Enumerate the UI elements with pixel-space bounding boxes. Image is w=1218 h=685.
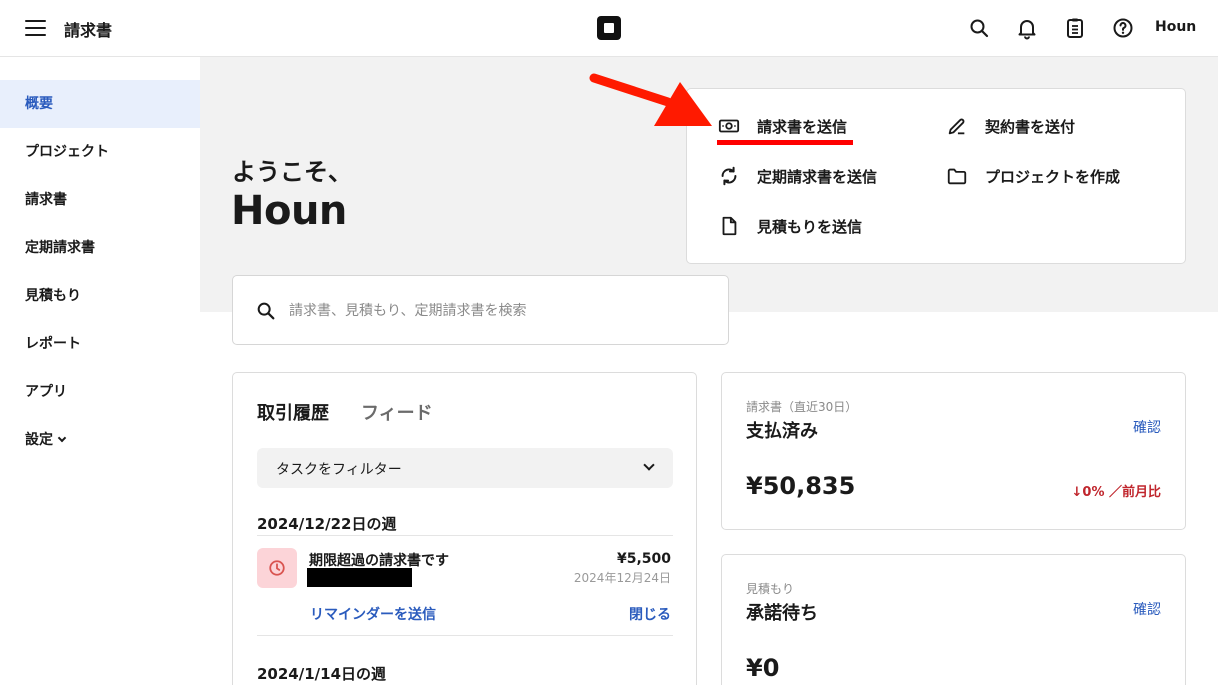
divider — [257, 635, 673, 636]
week-heading: 2024/12/22日の週 — [257, 515, 397, 533]
stat-change: ↓0% ／前月比 — [1071, 485, 1162, 500]
bell-icon[interactable] — [1015, 16, 1039, 40]
stat-title: 承諾待ち — [746, 603, 818, 624]
send-contract-label: 契約書を送付 — [985, 117, 1076, 136]
tab-feed[interactable]: フィード — [361, 399, 433, 425]
sidebar-item-apps[interactable]: アプリ — [0, 368, 200, 416]
stat-value: ¥50,835 — [746, 472, 856, 500]
stat-caption: 見積もり — [746, 582, 795, 596]
stat-caption: 請求書（直近30日） — [746, 400, 858, 414]
paid-invoices-card: 請求書（直近30日） 支払済み 確認 ¥50,835 ↓0% ／前月比 — [721, 372, 1186, 530]
top-bar: 請求書 Houn — [0, 0, 1218, 57]
activity-item-title: 期限超過の請求書です — [309, 553, 449, 569]
stat-title: 支払済み — [746, 421, 818, 442]
help-icon[interactable] — [1111, 16, 1135, 40]
send-estimate-label: 見積もりを送信 — [757, 217, 863, 236]
send-invoice-label: 請求書を送信 — [757, 117, 848, 136]
welcome-user-name: Houn — [231, 188, 347, 234]
task-filter-label: タスクをフィルター — [276, 462, 402, 478]
sidebar-item-overview[interactable]: 概要 — [0, 80, 200, 128]
search-box[interactable] — [232, 275, 729, 345]
view-estimates-link[interactable]: 確認 — [1133, 599, 1161, 619]
pending-estimates-card: 見積もり 承諾待ち 確認 ¥0 — [721, 554, 1186, 685]
send-recurring-invoice-label: 定期請求書を送信 — [757, 167, 878, 186]
square-logo[interactable] — [597, 16, 621, 40]
send-estimate-action[interactable]: 見積もりを送信 — [718, 213, 862, 239]
create-project-label: プロジェクトを作成 — [985, 167, 1121, 186]
chevron-down-icon — [57, 433, 67, 443]
document-icon — [722, 216, 737, 236]
sidebar-item-label: 設定 — [25, 432, 53, 448]
divider — [257, 535, 673, 536]
close-link[interactable]: 閉じる — [629, 604, 671, 624]
send-contract-action[interactable]: 契約書を送付 — [946, 113, 1075, 139]
activity-card: 取引履歴 フィード タスクをフィルター 2024/12/22日の週 期限超過の請… — [232, 372, 697, 685]
chevron-down-icon — [643, 459, 655, 471]
sidebar-item-estimates[interactable]: 見積もり — [0, 272, 200, 320]
welcome-text: ようこそ、 — [232, 158, 352, 186]
create-project-action[interactable]: プロジェクトを作成 — [946, 163, 1120, 189]
annotation-underline — [717, 140, 853, 145]
search-icon — [257, 302, 275, 320]
sidebar-item-reports[interactable]: レポート — [0, 320, 200, 368]
user-menu[interactable]: Houn — [1155, 19, 1196, 35]
activity-item-date: 2024年12月24日 — [573, 571, 671, 585]
stat-value: ¥0 — [746, 654, 780, 682]
clipboard-icon[interactable] — [1063, 16, 1087, 40]
sidebar-item-invoices[interactable]: 請求書 — [0, 176, 200, 224]
annotation-arrow — [589, 73, 712, 126]
clock-icon — [269, 560, 285, 576]
money-icon — [718, 119, 740, 133]
week-heading: 2024/1/14日の週 — [257, 665, 387, 683]
send-reminder-link[interactable]: リマインダーを送信 — [310, 604, 436, 624]
view-paid-link[interactable]: 確認 — [1133, 417, 1161, 437]
sidebar: 概要 プロジェクト 請求書 定期請求書 見積もり レポート アプリ 設定 — [0, 57, 200, 685]
app-title: 請求書 — [64, 21, 113, 40]
tab-transactions[interactable]: 取引履歴 — [257, 399, 329, 425]
menu-icon[interactable] — [25, 18, 47, 38]
folder-icon — [947, 168, 967, 185]
send-invoice-action[interactable]: 請求書を送信 — [718, 113, 847, 139]
task-filter-dropdown[interactable]: タスクをフィルター — [257, 448, 673, 488]
redacted-block — [307, 568, 412, 587]
send-recurring-invoice-action[interactable]: 定期請求書を送信 — [718, 163, 877, 189]
overdue-badge — [257, 548, 297, 588]
pen-icon — [948, 118, 965, 135]
sidebar-item-recurring-invoices[interactable]: 定期請求書 — [0, 224, 200, 272]
sidebar-item-projects[interactable]: プロジェクト — [0, 128, 200, 176]
search-input[interactable] — [289, 296, 709, 326]
refresh-icon — [721, 166, 737, 186]
activity-item-amount: ¥5,500 — [616, 551, 671, 567]
search-icon[interactable] — [967, 16, 991, 40]
sidebar-item-settings[interactable]: 設定 — [0, 416, 200, 464]
